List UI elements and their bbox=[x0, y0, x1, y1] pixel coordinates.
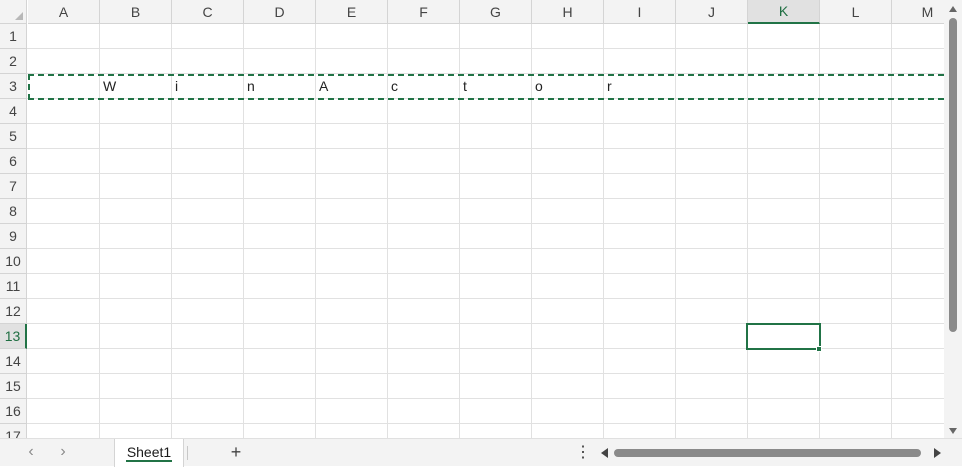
column-header-g[interactable]: G bbox=[460, 0, 532, 24]
column-header-d[interactable]: D bbox=[244, 0, 316, 24]
row-header-1[interactable]: 1 bbox=[0, 24, 27, 49]
active-cell-selection[interactable] bbox=[746, 323, 821, 350]
more-options-icon[interactable]: ⋮ bbox=[575, 443, 591, 463]
gridline-horizontal bbox=[27, 123, 944, 124]
column-header-a[interactable]: A bbox=[28, 0, 100, 24]
gridline-horizontal bbox=[27, 148, 944, 149]
column-header-m[interactable]: M bbox=[892, 0, 944, 24]
horizontal-scroll-thumb[interactable] bbox=[614, 449, 921, 457]
row-header-10[interactable]: 10 bbox=[0, 249, 27, 274]
select-all-corner[interactable] bbox=[0, 0, 27, 24]
copy-selection-marquee bbox=[28, 74, 944, 100]
gridline-horizontal bbox=[27, 48, 944, 49]
row-header-7[interactable]: 7 bbox=[0, 174, 27, 199]
column-header-c[interactable]: C bbox=[172, 0, 244, 24]
tab-sheet1-label: Sheet1 bbox=[125, 444, 173, 462]
row-header-16[interactable]: 16 bbox=[0, 399, 27, 424]
row-header-9[interactable]: 9 bbox=[0, 224, 27, 249]
column-header-k[interactable]: K bbox=[748, 0, 820, 24]
row-header-17[interactable]: 17 bbox=[0, 424, 27, 438]
column-header-e[interactable]: E bbox=[316, 0, 388, 24]
sheet-tab-bar: ‹ › Sheet1 + ⋮ bbox=[0, 438, 962, 467]
column-header-f[interactable]: F bbox=[388, 0, 460, 24]
gridline-horizontal bbox=[27, 248, 944, 249]
row-header-8[interactable]: 8 bbox=[0, 199, 27, 224]
gridline-horizontal bbox=[27, 373, 944, 374]
scroll-down-arrow-icon[interactable] bbox=[949, 428, 957, 434]
scroll-right-arrow-icon[interactable] bbox=[934, 448, 941, 458]
gridline-horizontal bbox=[27, 173, 944, 174]
gridline-horizontal bbox=[27, 273, 944, 274]
vertical-scroll-thumb[interactable] bbox=[949, 18, 957, 332]
vertical-scrollbar[interactable] bbox=[944, 0, 962, 438]
row-header-6[interactable]: 6 bbox=[0, 149, 27, 174]
row-header-3[interactable]: 3 bbox=[0, 74, 27, 99]
tab-divider bbox=[187, 446, 188, 460]
row-header-12[interactable]: 12 bbox=[0, 299, 27, 324]
column-header-b[interactable]: B bbox=[100, 0, 172, 24]
next-sheet-button[interactable]: › bbox=[55, 444, 71, 460]
row-header-5[interactable]: 5 bbox=[0, 124, 27, 149]
column-header-h[interactable]: H bbox=[532, 0, 604, 24]
tab-sheet1[interactable]: Sheet1 bbox=[114, 439, 184, 467]
prev-sheet-button[interactable]: ‹ bbox=[23, 444, 39, 460]
gridline-horizontal bbox=[27, 398, 944, 399]
scroll-left-arrow-icon[interactable] bbox=[601, 448, 608, 458]
row-header-14[interactable]: 14 bbox=[0, 349, 27, 374]
gridline-horizontal bbox=[27, 423, 944, 424]
scroll-up-arrow-icon[interactable] bbox=[949, 6, 957, 12]
column-header-l[interactable]: L bbox=[820, 0, 892, 24]
gridline-horizontal bbox=[27, 198, 944, 199]
gridline-horizontal bbox=[27, 223, 944, 224]
row-header-4[interactable]: 4 bbox=[0, 99, 27, 124]
gridline-horizontal bbox=[27, 298, 944, 299]
column-header-j[interactable]: J bbox=[676, 0, 748, 24]
select-all-triangle-icon bbox=[15, 12, 23, 20]
row-header-2[interactable]: 2 bbox=[0, 49, 27, 74]
fill-handle[interactable] bbox=[816, 346, 822, 352]
add-sheet-button[interactable]: + bbox=[226, 442, 246, 462]
column-header-i[interactable]: I bbox=[604, 0, 676, 24]
spreadsheet-grid[interactable]: A B C D E F G H I J K L M 1 2 3 4 5 6 7 8 9 10 11 12 13 14 15 16 17 Wi… bbox=[0, 0, 944, 438]
row-header-15[interactable]: 15 bbox=[0, 374, 27, 399]
row-header-13[interactable]: 13 bbox=[0, 324, 27, 349]
row-header-11[interactable]: 11 bbox=[0, 274, 27, 299]
